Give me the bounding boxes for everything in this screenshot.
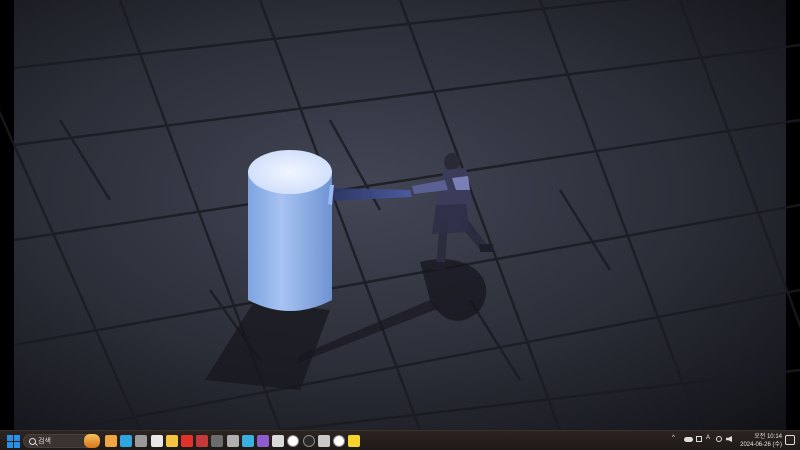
unreal-engine-editor-icon[interactable]	[333, 435, 345, 447]
right-letterbox	[786, 0, 800, 430]
search-tool-icon[interactable]	[181, 435, 193, 447]
media-icon[interactable]	[211, 435, 224, 447]
ime-indicator[interactable]: A	[706, 435, 710, 441]
clock-time: 오전 10:14	[754, 434, 782, 440]
tray-overflow-chevron[interactable]: ^	[672, 435, 675, 441]
chat-icon[interactable]	[348, 435, 361, 447]
volume-icon[interactable]	[726, 436, 732, 442]
system-clock[interactable]: 오전 10:14 2024-06-26 (수)	[740, 433, 782, 449]
left-letterbox	[0, 0, 14, 430]
settings-icon[interactable]	[317, 435, 330, 447]
edge-icon[interactable]	[120, 435, 133, 447]
unreal-engine-icon[interactable]	[287, 435, 300, 447]
visual-studio-icon[interactable]	[257, 435, 269, 447]
notification-icon[interactable]	[785, 435, 795, 445]
tray-app-icon[interactable]	[696, 436, 702, 442]
search-placeholder: 검색	[38, 438, 51, 445]
target-pillar[interactable]	[248, 150, 332, 311]
windows-taskbar: 검색 ^ A 오전 10:14 2024-06-26 (수)	[0, 430, 800, 450]
app-grid-icon[interactable]	[150, 435, 163, 447]
photos-icon[interactable]	[241, 435, 254, 447]
game-launcher-icon[interactable]	[105, 435, 117, 447]
game-viewport[interactable]	[0, 0, 800, 430]
calculator-icon[interactable]	[135, 435, 148, 447]
microphone-icon[interactable]	[226, 435, 239, 447]
clock-date: 2024-06-26 (수)	[740, 442, 782, 448]
game-scene	[0, 0, 800, 430]
search-icon	[29, 438, 36, 445]
file-explorer-icon[interactable]	[165, 435, 178, 447]
notes-icon[interactable]	[272, 435, 285, 447]
unreal-project-icon[interactable]	[302, 435, 315, 447]
network-icon[interactable]	[716, 436, 722, 442]
screen-recorder-icon[interactable]	[196, 435, 209, 447]
search-highlight-icon	[84, 434, 100, 448]
start-button[interactable]	[6, 434, 20, 448]
taskbar-search-box[interactable]: 검색	[23, 434, 100, 448]
cloud-icon[interactable]	[684, 437, 693, 442]
